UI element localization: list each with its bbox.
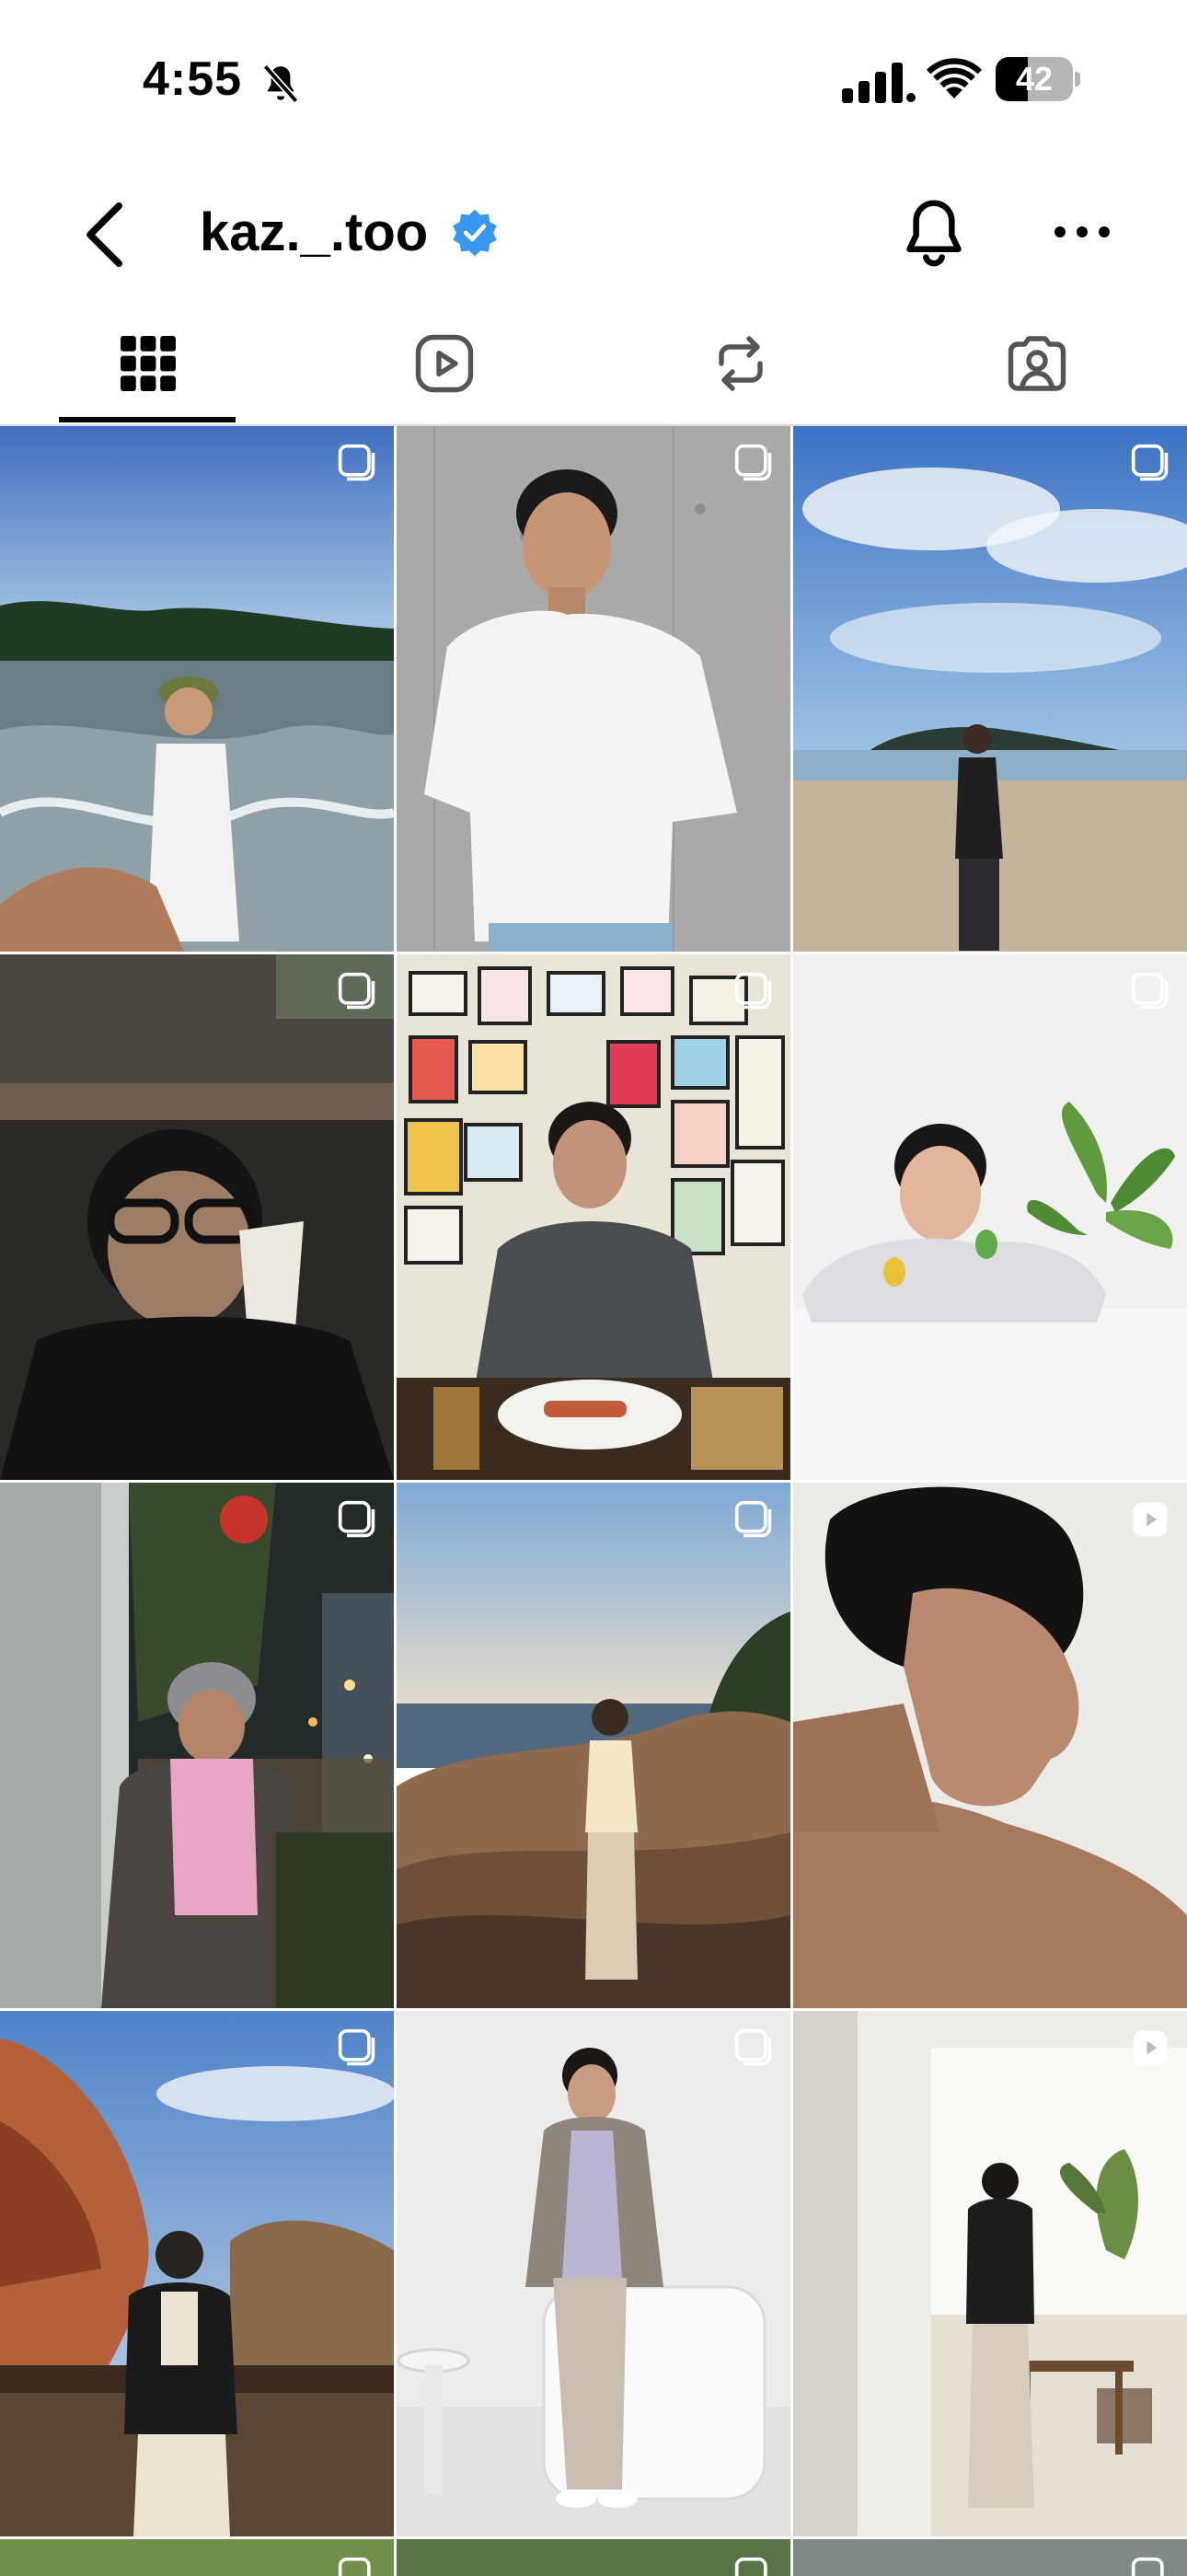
verified-badge-icon xyxy=(453,209,497,257)
carousel-icon xyxy=(338,2028,375,2066)
post-thumbnail-11[interactable] xyxy=(397,2011,790,2536)
profile-username[interactable]: kaz._.too xyxy=(200,198,428,268)
profile-header: kaz._.too xyxy=(0,161,1187,299)
post-9-photo xyxy=(793,1483,1187,2008)
tagged-person-icon xyxy=(1008,336,1066,391)
carousel-icon xyxy=(338,444,375,481)
battery-percent: 42 xyxy=(1015,60,1054,98)
battery-icon: 42 xyxy=(996,57,1082,103)
carousel-icon xyxy=(734,972,772,1010)
carousel-icon xyxy=(734,444,772,481)
post-10-photo xyxy=(0,2011,394,2536)
post-8-photo xyxy=(397,1483,790,2008)
more-icon[interactable] xyxy=(1049,209,1115,255)
tab-tagged[interactable] xyxy=(889,299,1185,424)
carousel-icon xyxy=(1131,972,1169,1010)
tab-selected-indicator xyxy=(59,417,236,422)
reels-play-icon xyxy=(415,334,474,393)
post-thumbnail-5[interactable] xyxy=(397,954,790,1480)
post-6-photo xyxy=(793,954,1187,1480)
post-thumbnail-3[interactable] xyxy=(793,426,1187,952)
post-4-photo xyxy=(0,954,394,1480)
post-1-photo xyxy=(0,426,394,952)
battery-body: 42 xyxy=(996,57,1073,101)
repost-icon xyxy=(719,336,763,391)
post-thumbnail-14[interactable] xyxy=(397,2539,790,2576)
bell-icon[interactable] xyxy=(897,194,971,271)
post-thumbnail-7[interactable] xyxy=(0,1483,394,2008)
cellular-signal-icon xyxy=(842,63,916,103)
carousel-icon xyxy=(734,1500,772,1538)
carousel-icon xyxy=(338,1500,375,1538)
post-thumbnail-15[interactable] xyxy=(793,2539,1187,2576)
tab-reposts[interactable] xyxy=(593,299,889,424)
post-5-photo xyxy=(397,954,790,1480)
carousel-icon xyxy=(734,2028,772,2066)
battery-tip xyxy=(1075,72,1080,87)
back-chevron-icon[interactable] xyxy=(74,198,138,271)
post-12-photo xyxy=(793,2011,1187,2536)
tab-reels[interactable] xyxy=(296,299,593,424)
reel-icon xyxy=(1133,2030,1168,2065)
carousel-icon xyxy=(1131,444,1169,481)
bell-off-icon xyxy=(262,64,299,104)
post-thumbnail-13[interactable] xyxy=(0,2539,394,2576)
post-thumbnail-9[interactable] xyxy=(793,1483,1187,2008)
status-bar: 4:55 42 xyxy=(0,0,1187,161)
post-thumbnail-10[interactable] xyxy=(0,2011,394,2536)
reel-icon xyxy=(1133,1502,1168,1537)
profile-tabs xyxy=(0,299,1187,426)
post-thumbnail-1[interactable] xyxy=(0,426,394,952)
post-3-photo xyxy=(793,426,1187,952)
post-thumbnail-6[interactable] xyxy=(793,954,1187,1480)
post-11-photo xyxy=(397,2011,790,2536)
tab-posts[interactable] xyxy=(0,299,296,424)
carousel-icon xyxy=(338,972,375,1010)
status-time: 4:55 xyxy=(143,52,243,106)
post-7-photo xyxy=(0,1483,394,2008)
post-thumbnail-12[interactable] xyxy=(793,2011,1187,2536)
post-thumbnail-2[interactable] xyxy=(397,426,790,952)
grid-icon xyxy=(121,336,176,391)
wifi-icon xyxy=(927,58,982,98)
post-thumbnail-4[interactable] xyxy=(0,954,394,1480)
post-2-photo xyxy=(397,426,790,952)
post-thumbnail-8[interactable] xyxy=(397,1483,790,2008)
